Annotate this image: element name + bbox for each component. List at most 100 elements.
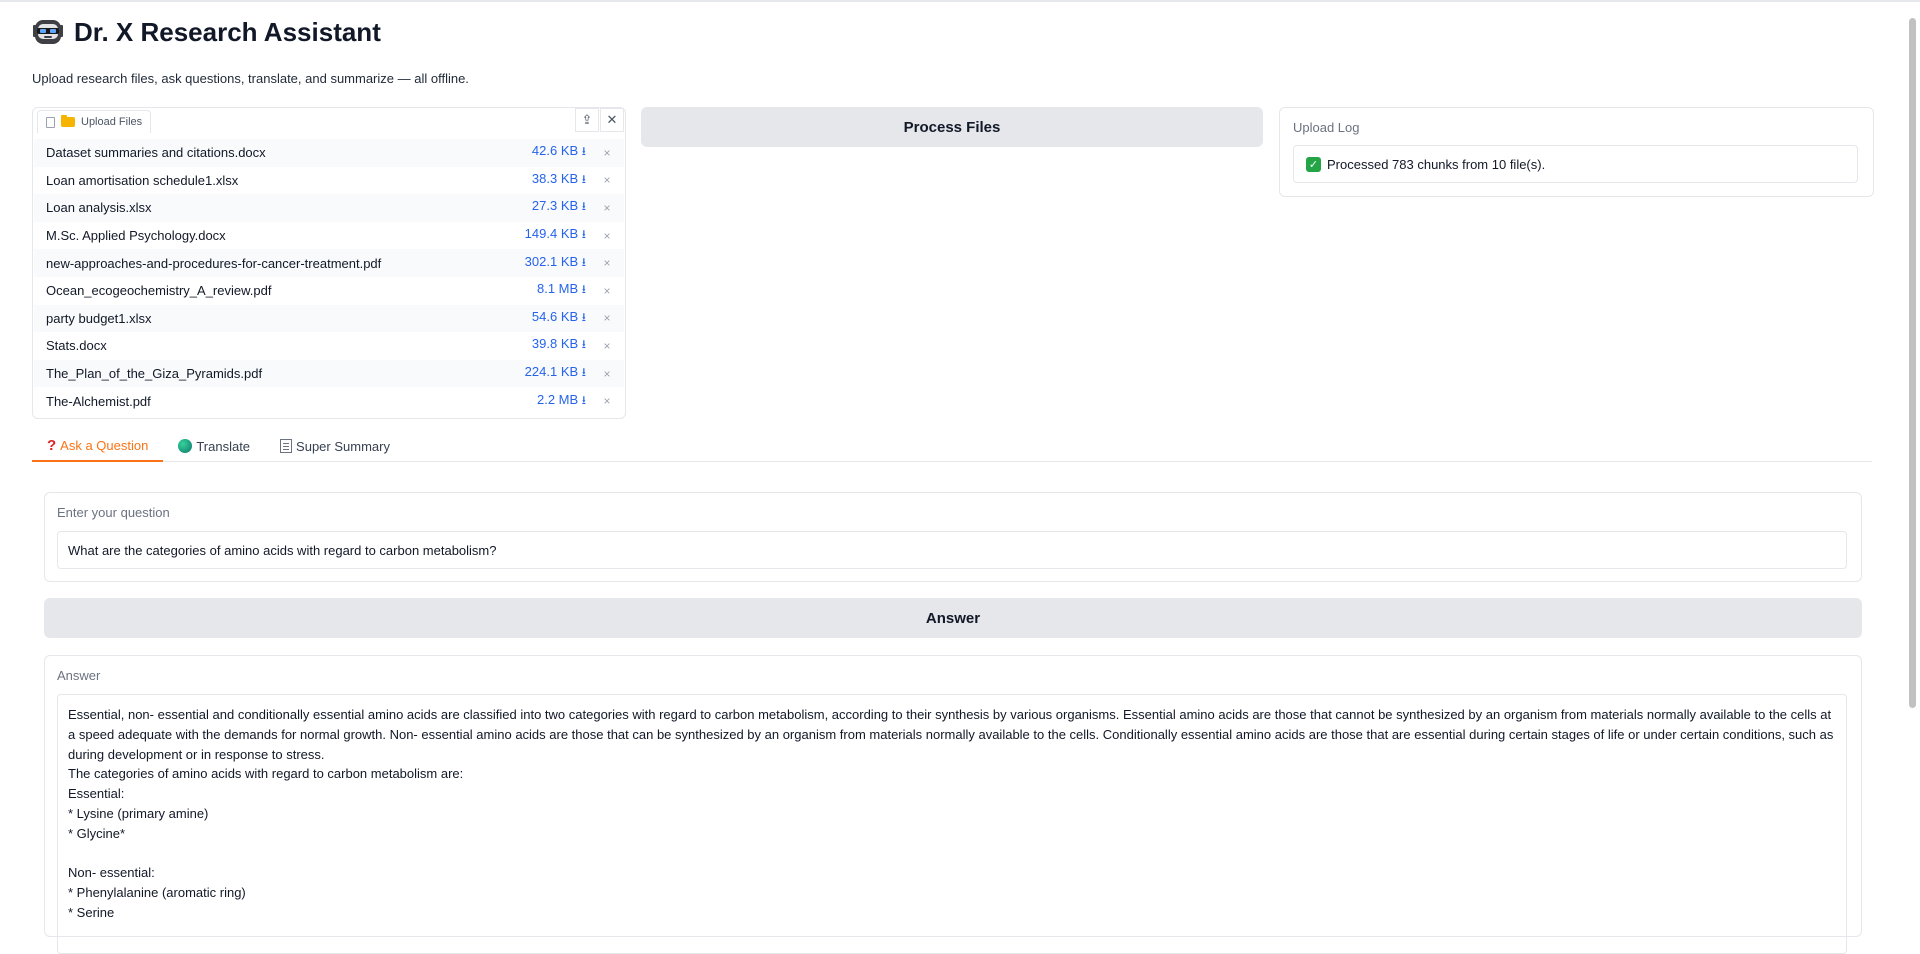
- answer-line: * Phenylalanine (aromatic ring): [68, 885, 246, 901]
- file-size[interactable]: 302.1 KB ⭳: [496, 253, 590, 274]
- file-size-value: 42.6 KB: [531, 143, 579, 159]
- upload-files-label: Upload Files: [81, 116, 143, 128]
- file-size-value: 27.3 KB: [531, 198, 579, 214]
- download-icon[interactable]: ⭳: [582, 282, 586, 296]
- file-row: The-Alchemist.pdf 2.2 MB ⭳ ×: [34, 387, 624, 415]
- file-name: M.Sc. Applied Psychology.docx: [46, 228, 226, 244]
- upload-icon[interactable]: ⇪: [575, 108, 599, 132]
- upload-header: Upload Files ⇪ ✕: [33, 108, 625, 133]
- file-name: Dataset summaries and citations.docx: [46, 145, 266, 161]
- upload-log-output: ✓ Processed 783 chunks from 10 file(s).: [1293, 145, 1858, 183]
- file-size[interactable]: 38.3 KB ⭳: [496, 170, 590, 191]
- tab-label: Ask a Question: [60, 438, 149, 453]
- file-size-value: 224.1 KB: [524, 364, 579, 380]
- download-icon[interactable]: ⭳: [582, 393, 586, 407]
- download-icon[interactable]: ⭳: [582, 172, 586, 186]
- file-size-value: 2.2 MB: [536, 391, 579, 407]
- clear-files-close-icon[interactable]: ✕: [600, 108, 624, 132]
- answer-line: Essential, non- essential and conditiona…: [68, 707, 1834, 762]
- file-row: Dataset summaries and citations.docx 42.6…: [34, 139, 624, 167]
- page-scrollbar[interactable]: [1909, 18, 1916, 708]
- file-icon: [46, 116, 55, 128]
- answer-line: The categories of amino acids with regar…: [68, 766, 464, 782]
- download-icon[interactable]: ⭳: [582, 255, 586, 269]
- download-icon[interactable]: ⭳: [582, 227, 586, 241]
- remove-file-icon[interactable]: ×: [590, 311, 624, 325]
- answer-button[interactable]: Answer: [44, 598, 1862, 638]
- memo-icon: [280, 439, 293, 453]
- tab-translate[interactable]: Translate: [163, 431, 265, 461]
- file-size[interactable]: 54.6 KB ⭳: [496, 308, 590, 329]
- question-icon: ?: [47, 437, 57, 454]
- folder-icon: [61, 115, 75, 127]
- remove-file-icon[interactable]: ×: [590, 284, 624, 298]
- tab-ask-a-question[interactable]: ? Ask a Question: [32, 431, 164, 462]
- remove-file-icon[interactable]: ×: [590, 173, 624, 187]
- file-name: Loan analysis.xlsx: [46, 200, 152, 216]
- answer-line: * Serine: [68, 904, 115, 920]
- file-row: Stats.docx 39.8 KB ⭳ ×: [34, 332, 624, 360]
- tab-bar: ? Ask a Question Translate Super Summary: [32, 431, 1872, 462]
- remove-file-icon[interactable]: ×: [590, 201, 624, 215]
- file-name: The-Alchemist.pdf: [46, 393, 151, 409]
- answer-line: Non- essential:: [68, 865, 155, 881]
- file-row: The_Plan_of_the_Giza_Pyramids.pdf 224.1 K…: [34, 359, 624, 388]
- question-input[interactable]: [57, 531, 1847, 569]
- answer-label: Answer: [57, 668, 101, 683]
- answer-line: Essential:: [68, 786, 125, 802]
- tab-label: Translate: [196, 438, 251, 454]
- tab-label: Super Summary: [296, 438, 390, 454]
- file-size-value: 302.1 KB: [524, 253, 579, 269]
- tab-super-summary[interactable]: Super Summary: [265, 431, 405, 461]
- download-icon[interactable]: ⭳: [582, 199, 586, 213]
- remove-file-icon[interactable]: ×: [590, 229, 624, 243]
- answer-output[interactable]: Essential, non- essential and conditiona…: [57, 694, 1847, 954]
- file-size-value: 54.6 KB: [531, 308, 579, 324]
- file-name: new-approaches-and-procedures-for-cancer…: [46, 255, 382, 271]
- file-list: Dataset summaries and citations.docx 42.6…: [34, 139, 624, 415]
- file-size[interactable]: 149.4 KB ⭳: [496, 225, 590, 246]
- answer-panel: Answer Essential, non- essential and con…: [44, 655, 1862, 954]
- robot-logo-icon: [33, 20, 63, 44]
- remove-file-icon[interactable]: ×: [590, 256, 624, 270]
- file-size[interactable]: 39.8 KB ⭳: [496, 335, 590, 356]
- file-size[interactable]: 2.2 MB ⭳: [496, 391, 590, 412]
- file-size-value: 39.8 KB: [531, 336, 579, 352]
- download-icon[interactable]: ⭳: [582, 337, 586, 351]
- file-size[interactable]: 42.6 KB ⭳: [496, 142, 590, 163]
- remove-file-icon[interactable]: ×: [590, 367, 624, 381]
- download-icon[interactable]: ⭳: [582, 310, 586, 324]
- remove-file-icon[interactable]: ×: [590, 394, 624, 408]
- file-row: M.Sc. Applied Psychology.docx 149.4 KB ⭳ ×: [34, 222, 624, 250]
- file-row: Loan amortisation schedule1.xlsx 38.3 KB …: [34, 167, 624, 195]
- answer-line: * Glycine*: [68, 825, 126, 841]
- process-files-button[interactable]: Process Files: [641, 107, 1263, 147]
- file-name: Stats.docx: [46, 338, 107, 354]
- file-row: Ocean_ecogeochemistry_A_review.pdf 8.1 MB…: [34, 277, 624, 305]
- file-size[interactable]: 8.1 MB ⭳: [496, 280, 590, 301]
- download-icon[interactable]: ⭳: [582, 365, 586, 379]
- answer-line: * Lysine (primary amine): [68, 805, 209, 821]
- file-row: new-approaches-and-procedures-for-cancer…: [34, 249, 624, 277]
- remove-file-icon[interactable]: ×: [590, 339, 624, 353]
- file-size[interactable]: 224.1 KB ⭳: [496, 363, 590, 384]
- upload-log-panel: Upload Log ✓ Processed 783 chunks from 1…: [1279, 107, 1874, 197]
- file-name: Loan amortisation schedule1.xlsx: [46, 172, 239, 188]
- remove-file-icon[interactable]: ×: [590, 146, 624, 160]
- download-icon[interactable]: ⭳: [582, 144, 586, 158]
- upload-files-tab[interactable]: Upload Files: [37, 110, 152, 133]
- app-title: Dr. X Research Assistant: [74, 16, 381, 47]
- file-size-value: 8.1 MB: [536, 281, 579, 297]
- file-name: The_Plan_of_the_Giza_Pyramids.pdf: [46, 366, 263, 382]
- app-subtitle: Upload research files, ask questions, tr…: [32, 71, 469, 86]
- globe-icon: [178, 439, 193, 453]
- upload-log-message: Processed 783 chunks from 10 file(s).: [1327, 156, 1546, 172]
- app-header: Dr. X Research Assistant: [32, 16, 381, 48]
- file-name: Ocean_ecogeochemistry_A_review.pdf: [46, 283, 272, 299]
- check-mark-icon: ✓: [1306, 156, 1321, 172]
- file-size[interactable]: 27.3 KB ⭳: [496, 197, 590, 218]
- file-size-value: 149.4 KB: [524, 226, 579, 242]
- upload-log-label: Upload Log: [1293, 120, 1360, 135]
- upload-panel: Upload Files ⇪ ✕ Dataset summaries and c…: [32, 107, 626, 419]
- file-row: Loan analysis.xlsx 27.3 KB ⭳ ×: [34, 194, 624, 222]
